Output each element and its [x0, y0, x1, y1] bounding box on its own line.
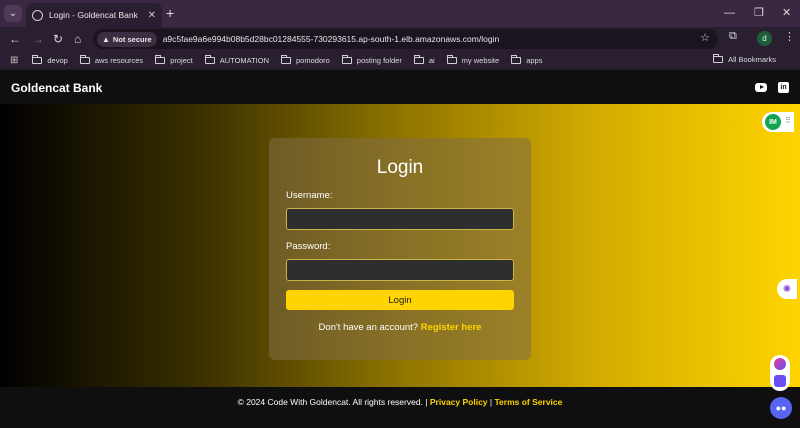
assistant-widget[interactable] — [770, 355, 790, 391]
linkedin-icon[interactable]: in — [778, 82, 789, 93]
bookmark-project[interactable]: project — [155, 54, 193, 65]
folder-icon — [281, 54, 292, 64]
bookmark-posting-folder[interactable]: posting folder — [341, 54, 402, 65]
password-label: Password: — [286, 241, 331, 252]
folder-icon — [413, 54, 424, 64]
drag-handle-icon[interactable]: ⠿ — [785, 116, 791, 125]
bookmark-label: ai — [428, 55, 435, 65]
register-link[interactable]: Register here — [421, 322, 482, 333]
bookmark-label: project — [170, 55, 193, 65]
login-button[interactable]: Login — [286, 290, 514, 310]
folder-icon — [713, 54, 724, 63]
bookmark-pomodoro[interactable]: pomodoro — [281, 54, 330, 65]
bookmark-label: aws resources — [94, 55, 144, 65]
footer-text: © 2024 Code With Goldencat. All rights r… — [0, 397, 800, 407]
url-text[interactable]: a9c5fae9a6e994b08b5d28bc01284555-7302936… — [163, 34, 500, 44]
bookmark-my-website[interactable]: my website — [446, 54, 500, 65]
folder-icon — [155, 54, 166, 64]
profile-avatar[interactable]: d — [757, 31, 772, 46]
username-label: Username: — [286, 190, 333, 201]
assistant-icon[interactable] — [774, 358, 786, 370]
reload-icon[interactable]: ↻ — [53, 30, 63, 48]
restore-icon[interactable]: ❐ — [754, 5, 764, 21]
footer-copyright: © 2024 Code With Goldencat. All rights r… — [237, 397, 428, 407]
forward-icon[interactable]: → — [32, 30, 44, 48]
folder-icon — [79, 54, 90, 64]
security-chip[interactable]: ▲ Not secure — [97, 31, 157, 47]
im-badge-icon: IM — [765, 114, 781, 130]
password-input[interactable] — [286, 259, 514, 281]
privacy-policy-link[interactable]: Privacy Policy — [430, 397, 488, 407]
bookmark-label: pomodoro — [296, 55, 330, 65]
footer-separator: | — [489, 397, 493, 407]
folder-icon — [32, 54, 43, 64]
home-icon[interactable]: ⌂ — [74, 30, 81, 48]
warning-icon: ▲ — [102, 34, 110, 44]
site-brand[interactable]: Goldencat Bank — [11, 81, 102, 95]
globe-icon — [32, 9, 43, 21]
bookmark-devop[interactable]: devop — [32, 54, 68, 65]
new-tab-icon[interactable]: + — [166, 5, 174, 21]
register-prompt: Don't have an account? — [318, 322, 419, 333]
folder-icon — [446, 54, 457, 64]
minimize-icon[interactable]: — — [724, 5, 735, 21]
bookmark-apps[interactable]: apps — [511, 54, 543, 65]
folder-icon — [341, 54, 352, 64]
web-page: Goldencat Bank in Login Username: Passwo… — [0, 70, 800, 428]
bookmark-label: my website — [461, 55, 500, 65]
brain-icon[interactable]: ✺ — [777, 279, 797, 299]
tab-search-icon[interactable]: ⌄ — [4, 5, 22, 22]
address-bar[interactable]: ▲ Not secure a9c5fae9a6e994b08b5d28bc012… — [93, 29, 718, 49]
bookmark-star-icon[interactable]: ☆ — [700, 31, 710, 44]
extensions-icon[interactable]: ⧉ — [729, 30, 737, 43]
bookmarks-bar: ⊞ devop aws resources project AUTOMATION… — [0, 51, 800, 69]
menu-kebab-icon[interactable]: ⋮ — [784, 30, 795, 43]
back-icon[interactable]: ← — [9, 30, 21, 48]
bookmark-ai[interactable]: ai — [413, 54, 435, 65]
terms-of-service-link[interactable]: Terms of Service — [495, 397, 563, 407]
site-footer: © 2024 Code With Goldencat. All rights r… — [0, 387, 800, 428]
security-label: Not secure — [112, 34, 152, 44]
folder-icon — [511, 54, 522, 64]
tab-title: Login - Goldencat Bank — [49, 10, 138, 20]
hero-section: Login Username: Password: Login Don't ha… — [0, 104, 800, 387]
bookmark-label: apps — [526, 55, 543, 65]
close-window-icon[interactable]: ✕ — [782, 5, 791, 21]
register-line: Don't have an account? Register here — [269, 322, 531, 333]
im-extension-widget[interactable]: IM ⠿ — [762, 112, 794, 132]
username-input[interactable] — [286, 208, 514, 230]
discord-icon[interactable]: ●● — [770, 397, 792, 419]
login-card: Login Username: Password: Login Don't ha… — [269, 138, 531, 360]
browser-tab-strip: ⌄ Login - Goldencat Bank ✕ + — ❐ ✕ — [0, 0, 800, 27]
youtube-icon[interactable] — [755, 83, 767, 92]
folder-icon — [204, 54, 215, 64]
browser-toolbar: ← → ↻ ⌂ ▲ Not secure a9c5fae9a6e994b08b5… — [0, 27, 800, 51]
site-header: Goldencat Bank in — [0, 70, 800, 104]
login-title: Login — [376, 157, 424, 178]
tab-close-icon[interactable]: ✕ — [148, 10, 156, 21]
image-tool-icon[interactable] — [774, 375, 786, 387]
bookmark-automation[interactable]: AUTOMATION — [204, 54, 270, 65]
all-bookmarks[interactable]: All Bookmarks — [713, 54, 776, 64]
bookmark-aws-resources[interactable]: aws resources — [79, 54, 144, 65]
tab-login[interactable]: Login - Goldencat Bank ✕ — [26, 3, 162, 27]
bookmark-label: AUTOMATION — [219, 55, 270, 65]
bookmark-label: devop — [47, 55, 68, 65]
bookmark-label: posting folder — [356, 55, 402, 65]
apps-grid-icon[interactable]: ⊞ — [10, 55, 18, 66]
all-bookmarks-label: All Bookmarks — [728, 55, 776, 64]
